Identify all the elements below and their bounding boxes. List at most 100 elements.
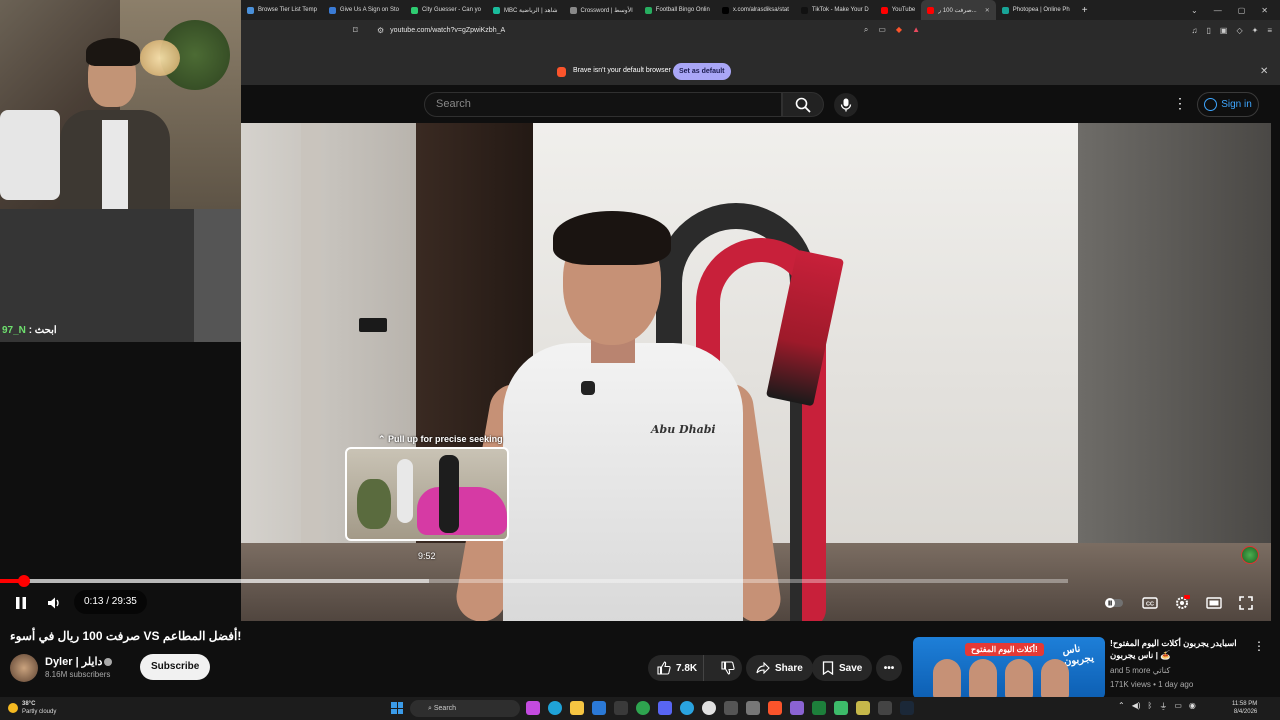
clock-date: 8/4/2026: [1233, 709, 1258, 715]
app-icon[interactable]: [878, 701, 892, 715]
browser-tab[interactable]: Give Us A Sign on Sto: [323, 0, 405, 20]
brave-rewards-icon[interactable]: ▲: [912, 25, 920, 35]
close-window-icon[interactable]: ✕: [1261, 6, 1268, 15]
brave-shield-icon[interactable]: ◆: [896, 25, 902, 35]
chrome-icon[interactable]: [636, 701, 650, 715]
browser-tab[interactable]: City Guesser - Can yo: [405, 0, 487, 20]
weather-widget[interactable]: 38°C Partly cloudy: [8, 700, 56, 716]
zoom-icon[interactable]: ⌕: [864, 25, 868, 35]
chevron-down-icon[interactable]: ⌄: [1191, 6, 1198, 15]
theater-mode-button[interactable]: [1203, 592, 1225, 614]
app-icon[interactable]: [834, 701, 848, 715]
video-person-hair: [553, 211, 671, 265]
channel-name-wrap[interactable]: Dyler | دايلر: [45, 655, 113, 668]
windows-start-icon[interactable]: [391, 702, 403, 714]
search-button[interactable]: [782, 92, 824, 117]
settings-menu-icon[interactable]: ⋮: [1173, 95, 1187, 112]
close-icon[interactable]: ✕: [1260, 66, 1268, 77]
app-icon[interactable]: [746, 701, 760, 715]
recommended-thumbnail[interactable]: أكلات اليوم المفتوح! ناس يجربون: [913, 637, 1105, 699]
chevron-up-icon[interactable]: ⌃: [1118, 701, 1125, 712]
speaker-icon[interactable]: ◀): [1132, 701, 1141, 712]
voice-search-button[interactable]: [834, 93, 858, 117]
share-icon: [756, 662, 770, 674]
autoplay-toggle[interactable]: [1103, 592, 1125, 614]
temperature: 38°C: [22, 701, 36, 707]
time-display: 0:13 / 29:35: [74, 590, 147, 614]
taskbar-search[interactable]: ⌕ Search: [410, 700, 520, 717]
folder-icon[interactable]: [570, 701, 584, 715]
sign-in-button[interactable]: Sign in: [1197, 92, 1259, 117]
wallet-icon[interactable]: ▣: [1220, 26, 1228, 35]
fullscreen-button[interactable]: [1235, 592, 1257, 614]
captions-button[interactable]: CC: [1139, 592, 1161, 614]
recommended-video[interactable]: أكلات اليوم المفتوح! ناس يجربون اسبايدر …: [913, 635, 1273, 699]
window-controls: ⌄ — ▢ ✕: [1191, 6, 1280, 15]
app-icon[interactable]: [856, 701, 870, 715]
site-info-icon[interactable]: ⚙: [377, 26, 384, 35]
app-icon[interactable]: [790, 701, 804, 715]
channel-name[interactable]: Dyler | دايلر: [45, 656, 102, 668]
save-button[interactable]: Save: [812, 655, 873, 681]
pause-button[interactable]: [10, 592, 32, 614]
set-default-button[interactable]: Set as default: [673, 63, 731, 80]
browser-tab[interactable]: Photopea | Online Ph: [996, 0, 1076, 20]
notepad-icon[interactable]: [592, 701, 606, 715]
channel-avatar[interactable]: [10, 654, 38, 682]
channel-watermark-icon[interactable]: [1241, 546, 1259, 564]
new-tab-button[interactable]: +: [1076, 0, 1094, 20]
app-icon[interactable]: [812, 701, 826, 715]
chat-text: : ابحث: [28, 325, 57, 336]
app-icon[interactable]: [724, 701, 738, 715]
close-tab-icon[interactable]: ✕: [985, 7, 990, 14]
url-text[interactable]: youtube.com/watch?v=gZpwiKzbh_A: [390, 27, 505, 34]
recommended-title[interactable]: اسبايدر يجربون أكلات اليوم المفتوح! 🍝 | …: [1110, 637, 1245, 661]
like-count: 7.8K: [676, 662, 698, 674]
brave-icon[interactable]: [768, 701, 782, 715]
browser-tab[interactable]: TikTok - Make Your D: [795, 0, 875, 20]
menu-icon[interactable]: ≡: [1267, 26, 1272, 35]
browser-tab[interactable]: x.com/alrasdiksa/stat: [716, 0, 795, 20]
browser-tab[interactable]: صرفت 100 ر... ✕: [921, 0, 996, 20]
subscribe-button[interactable]: Subscribe: [140, 654, 211, 680]
maximize-icon[interactable]: ▢: [1238, 6, 1246, 15]
like-button[interactable]: 7.8K: [648, 655, 704, 681]
browser-tab[interactable]: MBC شاهد | الرياضية: [487, 0, 564, 20]
media-icon[interactable]: ♫: [1192, 26, 1198, 35]
bluetooth-icon[interactable]: ᛒ: [1148, 701, 1153, 712]
browser-tab[interactable]: Crossword | الأوسط: [564, 0, 639, 20]
telegram-icon[interactable]: [680, 701, 694, 715]
recommended-menu-icon[interactable]: ⋮: [1253, 639, 1265, 653]
minimize-icon[interactable]: —: [1214, 6, 1222, 15]
battery-icon[interactable]: ▭: [1174, 701, 1182, 712]
obs-icon[interactable]: [702, 701, 716, 715]
usb-icon[interactable]: ⏚: [1159, 701, 1167, 712]
video-player[interactable]: Abu Dhabi: [241, 123, 1271, 621]
share-button[interactable]: Share: [746, 655, 813, 681]
discord-icon[interactable]: [658, 701, 672, 715]
more-actions-button[interactable]: •••: [876, 655, 902, 681]
settings-button[interactable]: [1171, 592, 1193, 614]
edge-icon[interactable]: [548, 701, 562, 715]
cast-icon[interactable]: ▭: [878, 25, 886, 35]
progress-scrubber[interactable]: [17, 575, 30, 587]
browser-tab[interactable]: Football Bingo Onlin: [639, 0, 716, 20]
vpn-icon[interactable]: ◇: [1236, 26, 1242, 35]
browser-tab[interactable]: YouTube: [875, 0, 922, 20]
app-icon[interactable]: [526, 701, 540, 715]
dislike-button[interactable]: [709, 661, 735, 675]
search-input[interactable]: Search: [424, 92, 782, 117]
system-clock[interactable]: 11:58 PM 8/4/2026: [1232, 700, 1257, 716]
progress-bar[interactable]: [0, 575, 1068, 587]
autoplay-icon: [1105, 598, 1123, 608]
steam-icon[interactable]: [900, 701, 914, 715]
extensions-icon[interactable]: ✦: [1252, 26, 1259, 35]
sidebar-icon[interactable]: ▯: [1207, 26, 1211, 35]
bookmark-icon[interactable]: ⌑: [353, 25, 367, 36]
app-icon[interactable]: [614, 701, 628, 715]
network-icon[interactable]: ◉: [1189, 701, 1196, 712]
volume-button[interactable]: [44, 592, 66, 614]
webcam-chair: [0, 110, 60, 200]
recommended-channel[interactable]: and 5 more كناتي: [1110, 666, 1170, 675]
browser-tab[interactable]: Browse Tier List Temp: [241, 0, 323, 20]
